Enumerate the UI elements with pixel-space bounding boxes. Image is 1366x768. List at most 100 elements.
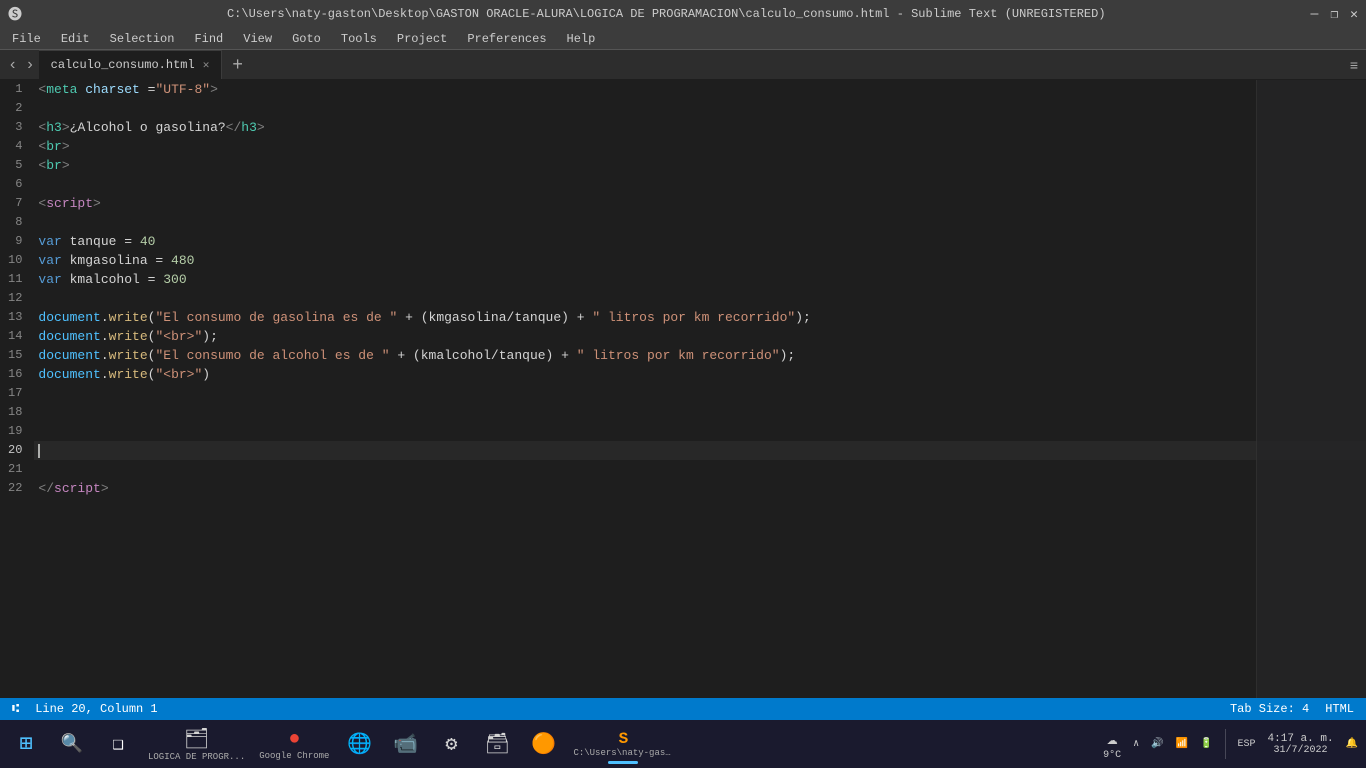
- code-line-8: [34, 213, 1366, 232]
- speaker-icon: 🔊: [1151, 738, 1163, 750]
- folder-icon: 🗂: [184, 726, 209, 752]
- line-number-4: 4: [0, 137, 34, 156]
- text-cursor: [38, 444, 40, 458]
- add-tab-button[interactable]: +: [226, 50, 249, 79]
- line-column-indicator[interactable]: Line 20, Column 1: [35, 702, 157, 716]
- line-number-5: 5: [0, 156, 34, 175]
- tray-expand[interactable]: ∧: [1129, 738, 1143, 750]
- code-line-12: [34, 289, 1366, 308]
- volume-icon[interactable]: 🔊: [1147, 738, 1167, 750]
- sublime-icon: S: [619, 730, 629, 748]
- edge-icon: 🌐: [347, 731, 372, 757]
- menu-goto[interactable]: Goto: [284, 30, 329, 48]
- files-icon: 🗃: [485, 731, 510, 757]
- window-title: C:\Users\naty-gaston\Desktop\GASTON ORAC…: [22, 7, 1311, 21]
- git-branch-icon: ⑆: [12, 702, 19, 716]
- code-line-6: [34, 175, 1366, 194]
- line-numbers: 12345678910111213141516171819202122: [0, 80, 34, 746]
- clock[interactable]: 4:17 a. m. 31/7/2022: [1264, 733, 1338, 756]
- menu-help[interactable]: Help: [559, 30, 604, 48]
- line-number-7: 7: [0, 194, 34, 213]
- expand-icon: ∧: [1133, 738, 1139, 750]
- language-indicator[interactable]: ESP: [1234, 739, 1260, 750]
- minimize-button[interactable]: ─: [1311, 7, 1319, 22]
- tab-nav-left[interactable]: ‹: [4, 50, 21, 79]
- menu-view[interactable]: View: [235, 30, 280, 48]
- line-number-16: 16: [0, 365, 34, 384]
- code-line-18: [34, 403, 1366, 422]
- taskbar-item-files[interactable]: 🗃: [475, 722, 519, 766]
- search-button[interactable]: 🔍: [50, 722, 94, 766]
- taskbar: ⊞ 🔍 ❑ 🗂 LOGICA DE PROGR... ● Google Chro…: [0, 720, 1366, 768]
- menu-edit[interactable]: Edit: [53, 30, 98, 48]
- code-editor[interactable]: <meta charset ="UTF-8"> <h3>¿Alcohol o ga…: [34, 80, 1366, 746]
- taskbar-item-settings[interactable]: ⚙: [429, 722, 473, 766]
- weather-icon: ☁: [1107, 728, 1118, 750]
- editor-tab[interactable]: calculo_consumo.html ✕: [39, 50, 223, 79]
- notification-icon: 🔔: [1346, 738, 1358, 750]
- menu-tools[interactable]: Tools: [333, 30, 385, 48]
- code-line-3: <h3>¿Alcohol o gasolina?</h3>: [34, 118, 1366, 137]
- code-line-19: [34, 422, 1366, 441]
- line-number-12: 12: [0, 289, 34, 308]
- close-button[interactable]: ✕: [1350, 7, 1358, 22]
- taskbar-item-zoom[interactable]: 📹: [383, 722, 427, 766]
- taskbar-item-edge[interactable]: 🌐: [337, 722, 381, 766]
- editor: 12345678910111213141516171819202122 <met…: [0, 80, 1366, 746]
- taskbar-item-app[interactable]: 🟠: [521, 722, 565, 766]
- line-number-15: 15: [0, 346, 34, 365]
- tab-options-button[interactable]: ≡: [1342, 50, 1366, 79]
- tab-close-icon[interactable]: ✕: [203, 58, 210, 72]
- language-text: ESP: [1238, 739, 1256, 750]
- line-number-20: 20: [0, 441, 34, 460]
- app-store-icon: 🟠: [531, 731, 556, 757]
- taskbar-item-chrome[interactable]: ● Google Chrome: [253, 722, 335, 766]
- menu-project[interactable]: Project: [389, 30, 455, 48]
- code-line-21: [34, 460, 1366, 479]
- line-number-1: 1: [0, 80, 34, 99]
- taskbar-item-sublime[interactable]: S C:\Users\naty-gast...: [567, 722, 679, 766]
- language-indicator[interactable]: HTML: [1325, 702, 1354, 716]
- menu-find[interactable]: Find: [186, 30, 231, 48]
- line-number-8: 8: [0, 213, 34, 232]
- maximize-button[interactable]: ❐: [1330, 7, 1338, 22]
- weather-widget[interactable]: ☁ 9°C: [1099, 728, 1125, 761]
- menu-selection[interactable]: Selection: [102, 30, 183, 48]
- code-line-9: var tanque = 40: [34, 232, 1366, 251]
- temperature: 9°C: [1103, 750, 1121, 761]
- code-line-5: <br>: [34, 156, 1366, 175]
- battery-indicator: 🔋: [1200, 738, 1212, 750]
- taskbar-item-logica[interactable]: 🗂 LOGICA DE PROGR...: [142, 722, 251, 766]
- menu-preferences[interactable]: Preferences: [459, 30, 554, 48]
- line-number-21: 21: [0, 460, 34, 479]
- line-number-19: 19: [0, 422, 34, 441]
- time-display: 4:17 a. m.: [1268, 733, 1334, 745]
- code-line-22: </script>: [34, 479, 1366, 498]
- tab-nav-right[interactable]: ›: [21, 50, 38, 79]
- start-button[interactable]: ⊞: [4, 722, 48, 766]
- app-icon: 🅢: [8, 4, 22, 24]
- wifi-icon: 📶: [1176, 738, 1188, 750]
- menu-bar: File Edit Selection Find View Goto Tools…: [0, 28, 1366, 50]
- tab-label: calculo_consumo.html: [51, 58, 195, 72]
- line-number-22: 22: [0, 479, 34, 498]
- code-line-14: document.write("<br>");: [34, 327, 1366, 346]
- task-view-button[interactable]: ❑: [96, 722, 140, 766]
- code-line-1: <meta charset ="UTF-8">: [34, 80, 1366, 99]
- status-bar: ⑆ Line 20, Column 1 Tab Size: 4 HTML: [0, 698, 1366, 720]
- battery-icon[interactable]: 🔋: [1196, 738, 1216, 750]
- zoom-icon: 📹: [393, 731, 418, 757]
- code-line-13: document.write("El consumo de gasolina e…: [34, 308, 1366, 327]
- code-line-7: <script>: [34, 194, 1366, 213]
- date-display: 31/7/2022: [1274, 745, 1328, 756]
- code-line-2: [34, 99, 1366, 118]
- notification-button[interactable]: 🔔: [1342, 738, 1362, 750]
- menu-file[interactable]: File: [4, 30, 49, 48]
- tab-size-indicator[interactable]: Tab Size: 4: [1230, 702, 1309, 716]
- title-bar: 🅢 C:\Users\naty-gaston\Desktop\GASTON OR…: [0, 0, 1366, 28]
- line-number-18: 18: [0, 403, 34, 422]
- network-icon[interactable]: 📶: [1172, 738, 1192, 750]
- line-number-13: 13: [0, 308, 34, 327]
- code-line-16: document.write("<br>"): [34, 365, 1366, 384]
- settings-icon: ⚙: [445, 731, 457, 757]
